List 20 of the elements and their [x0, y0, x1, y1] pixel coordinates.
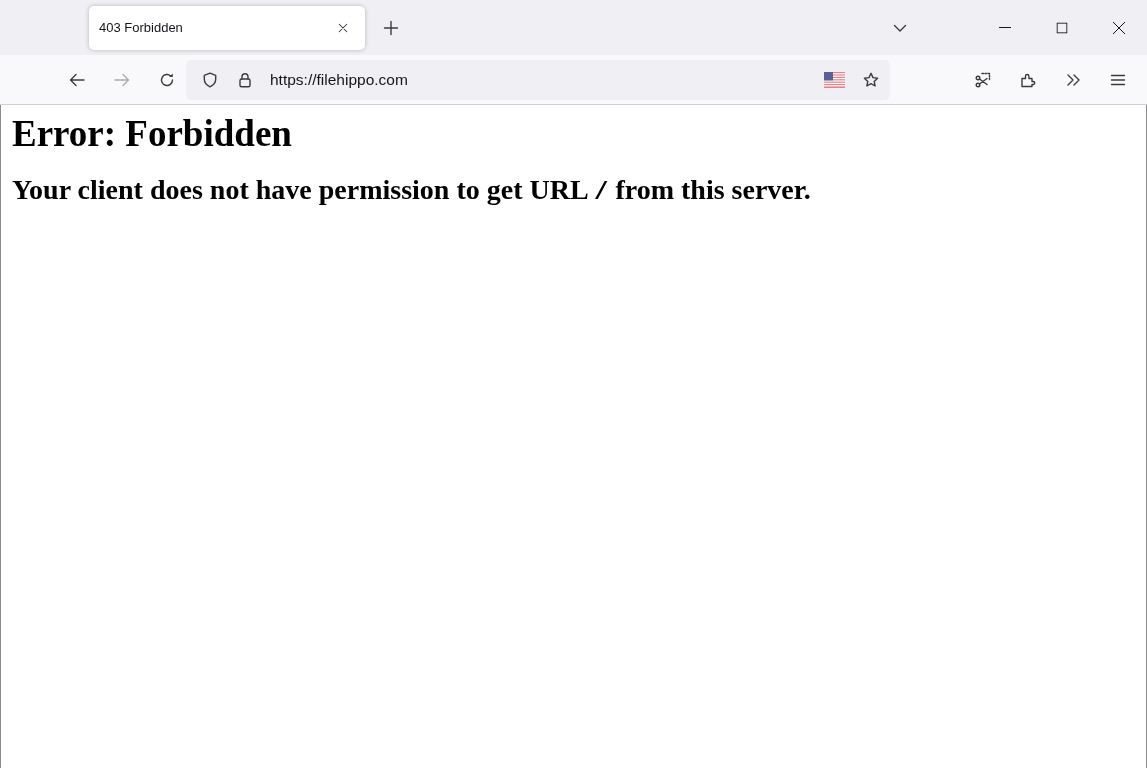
- scissors-icon: [975, 71, 991, 88]
- browser-tab[interactable]: 403 Forbidden: [89, 5, 365, 50]
- close-icon: [1110, 19, 1127, 36]
- shield-icon: [202, 71, 218, 88]
- maximize-icon: [1054, 20, 1069, 35]
- reload-icon: [159, 71, 175, 88]
- back-arrow-icon: [69, 71, 85, 88]
- plus-icon: [383, 19, 399, 36]
- flag-icon: [824, 71, 845, 88]
- error-message: Your client does not have permission to get URL / from this server.: [12, 173, 811, 207]
- tab-title: 403 Forbidden: [99, 20, 184, 35]
- minimize-icon: [998, 27, 1011, 28]
- address-bar[interactable]: https://filehippo.com: [186, 59, 890, 100]
- star-icon: [863, 71, 879, 88]
- error-heading: Error: Forbidden: [12, 113, 292, 156]
- close-icon: [337, 21, 349, 34]
- url-text: https://filehippo.com: [270, 70, 409, 89]
- lock-icon: [237, 71, 253, 88]
- puzzle-piece-icon: [1020, 71, 1036, 88]
- forward-arrow-icon: [114, 71, 130, 88]
